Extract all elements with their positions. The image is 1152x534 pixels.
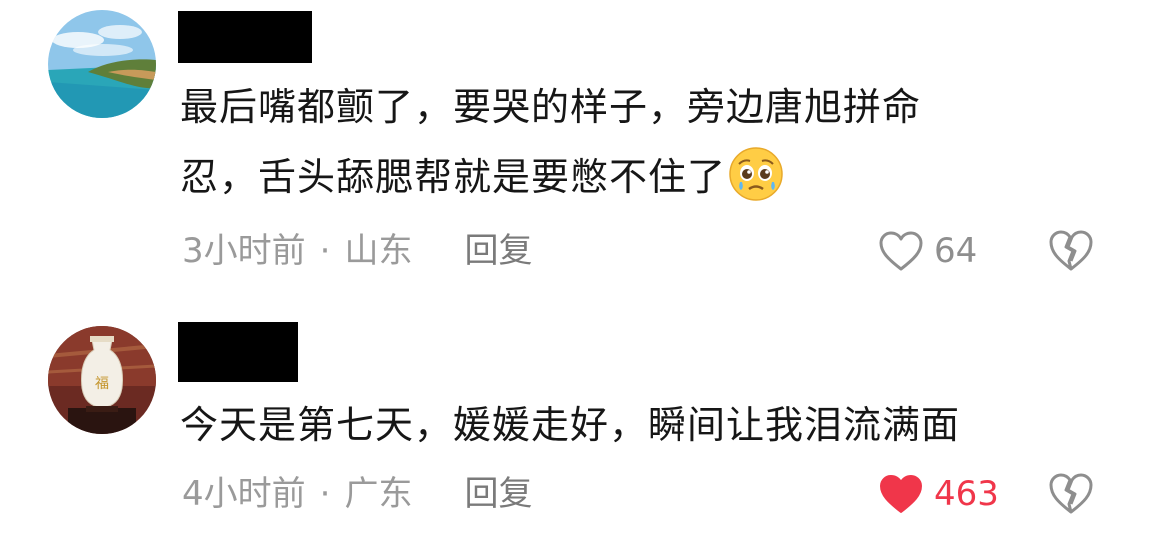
like-button[interactable]: 463: [878, 467, 999, 521]
comment-time: 3小时前: [182, 231, 306, 271]
comment-text: 最后嘴都颤了，要哭的样子，旁边唐旭拼命 忍，舌头舔腮帮就是要憋不住了: [180, 72, 1080, 212]
comment-time: 4小时前: [182, 474, 306, 514]
meta-separator: ·: [319, 231, 331, 271]
reply-button[interactable]: 回复: [464, 227, 532, 275]
comment-item: 福 今天是第七天，媛媛走好，瞬间让我泪流满面 4小时前 · 广东 回复 463: [0, 300, 1152, 534]
avatar-vase-image: 福: [48, 326, 156, 434]
reply-button[interactable]: 回复: [464, 470, 532, 518]
avatar[interactable]: [48, 10, 156, 118]
comment-item: 最后嘴都颤了，要哭的样子，旁边唐旭拼命 忍，舌头舔腮帮就是要憋不住了 3小时前 …: [0, 0, 1152, 290]
avatar[interactable]: 福: [48, 326, 156, 434]
comment-text-line: 今天是第七天，媛媛走好，瞬间让我泪流满面: [180, 403, 961, 447]
comment-text-line: 忍，舌头舔腮帮就是要憋不住了: [180, 142, 1080, 212]
like-count: 64: [934, 231, 978, 271]
comment-text-line-content: 忍，舌头舔腮帮就是要憋不住了: [180, 155, 727, 199]
avatar-landscape-image: [48, 10, 156, 118]
svg-text:福: 福: [95, 376, 109, 392]
heart-filled-icon: [880, 475, 922, 513]
like-button[interactable]: 64: [878, 224, 977, 278]
username-redacted[interactable]: [178, 322, 298, 382]
pleading-face-icon: [728, 146, 784, 202]
comment-location: 广东: [344, 474, 413, 514]
meta-separator: ·: [319, 474, 331, 514]
broken-heart-icon: [1049, 473, 1093, 514]
comment-meta: 4小时前 · 广东 回复: [182, 470, 532, 518]
username-redacted[interactable]: [178, 11, 312, 63]
comment-location: 山东: [344, 231, 413, 271]
comment-text: 今天是第七天，媛媛走好，瞬间让我泪流满面: [180, 390, 1080, 460]
dislike-button[interactable]: [1047, 470, 1095, 518]
heart-outline-icon: [879, 231, 923, 271]
like-count: 463: [934, 474, 999, 514]
comment-meta: 3小时前 · 山东 回复: [182, 227, 532, 275]
comment-text-line: 最后嘴都颤了，要哭的样子，旁边唐旭拼命: [180, 85, 922, 129]
broken-heart-icon: [1049, 230, 1093, 271]
dislike-button[interactable]: [1047, 227, 1095, 275]
